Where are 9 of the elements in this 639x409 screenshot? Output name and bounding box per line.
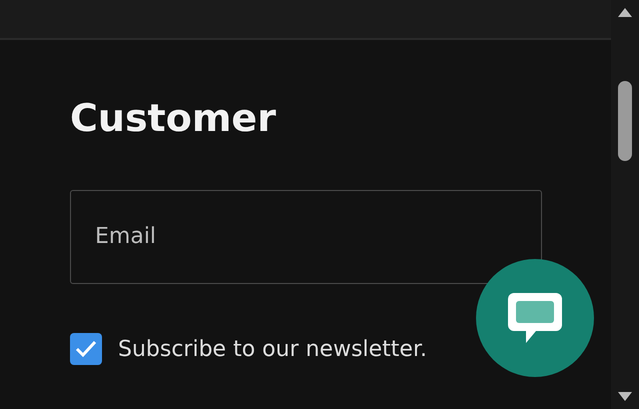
newsletter-label: Subscribe to our newsletter. bbox=[118, 336, 427, 364]
section-heading: Customer bbox=[70, 96, 277, 142]
check-icon bbox=[75, 340, 97, 358]
scroll-up-icon[interactable] bbox=[618, 8, 632, 17]
newsletter-checkbox[interactable] bbox=[70, 333, 102, 366]
scroll-down-icon[interactable] bbox=[618, 392, 632, 401]
email-field[interactable]: Email bbox=[70, 190, 542, 284]
chat-bubble-icon bbox=[506, 291, 564, 345]
scroll-thumb[interactable] bbox=[618, 81, 632, 161]
